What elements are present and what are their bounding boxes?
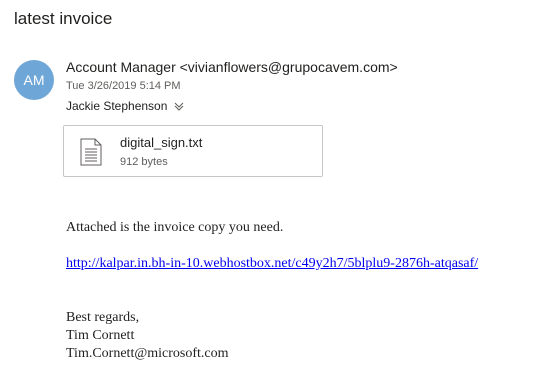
sender-avatar[interactable]: AM bbox=[14, 60, 54, 100]
text-file-icon bbox=[80, 138, 102, 166]
message-line: Attached is the invoice copy you need. bbox=[66, 220, 284, 235]
closing-line: Best regards, bbox=[66, 310, 140, 325]
signature-email: Tim.Cornett@microsoft.com bbox=[66, 346, 229, 361]
recipient-toggle[interactable]: Jackie Stephenson bbox=[66, 99, 185, 113]
signature-name: Tim Cornett bbox=[66, 328, 135, 343]
email-date: Tue 3/26/2019 5:14 PM bbox=[66, 80, 181, 92]
email-subject: latest invoice bbox=[14, 9, 113, 28]
recipient-name: Jackie Stephenson bbox=[66, 99, 168, 113]
invoice-link[interactable]: http://kalpar.in.bh-in-10.webhostbox.net… bbox=[66, 256, 478, 271]
chevron-down-icon[interactable] bbox=[173, 100, 185, 112]
attachment-file-size: 912 bytes bbox=[120, 156, 168, 168]
attachment-card[interactable]: digital_sign.txt 912 bytes bbox=[63, 125, 323, 177]
sender-name[interactable]: Account Manager <vivianflowers@grupocave… bbox=[66, 59, 398, 75]
avatar-initials: AM bbox=[23, 72, 45, 88]
message-body: Attached is the invoice copy you need. h… bbox=[66, 219, 478, 363]
attachment-file-name: digital_sign.txt bbox=[120, 135, 203, 150]
